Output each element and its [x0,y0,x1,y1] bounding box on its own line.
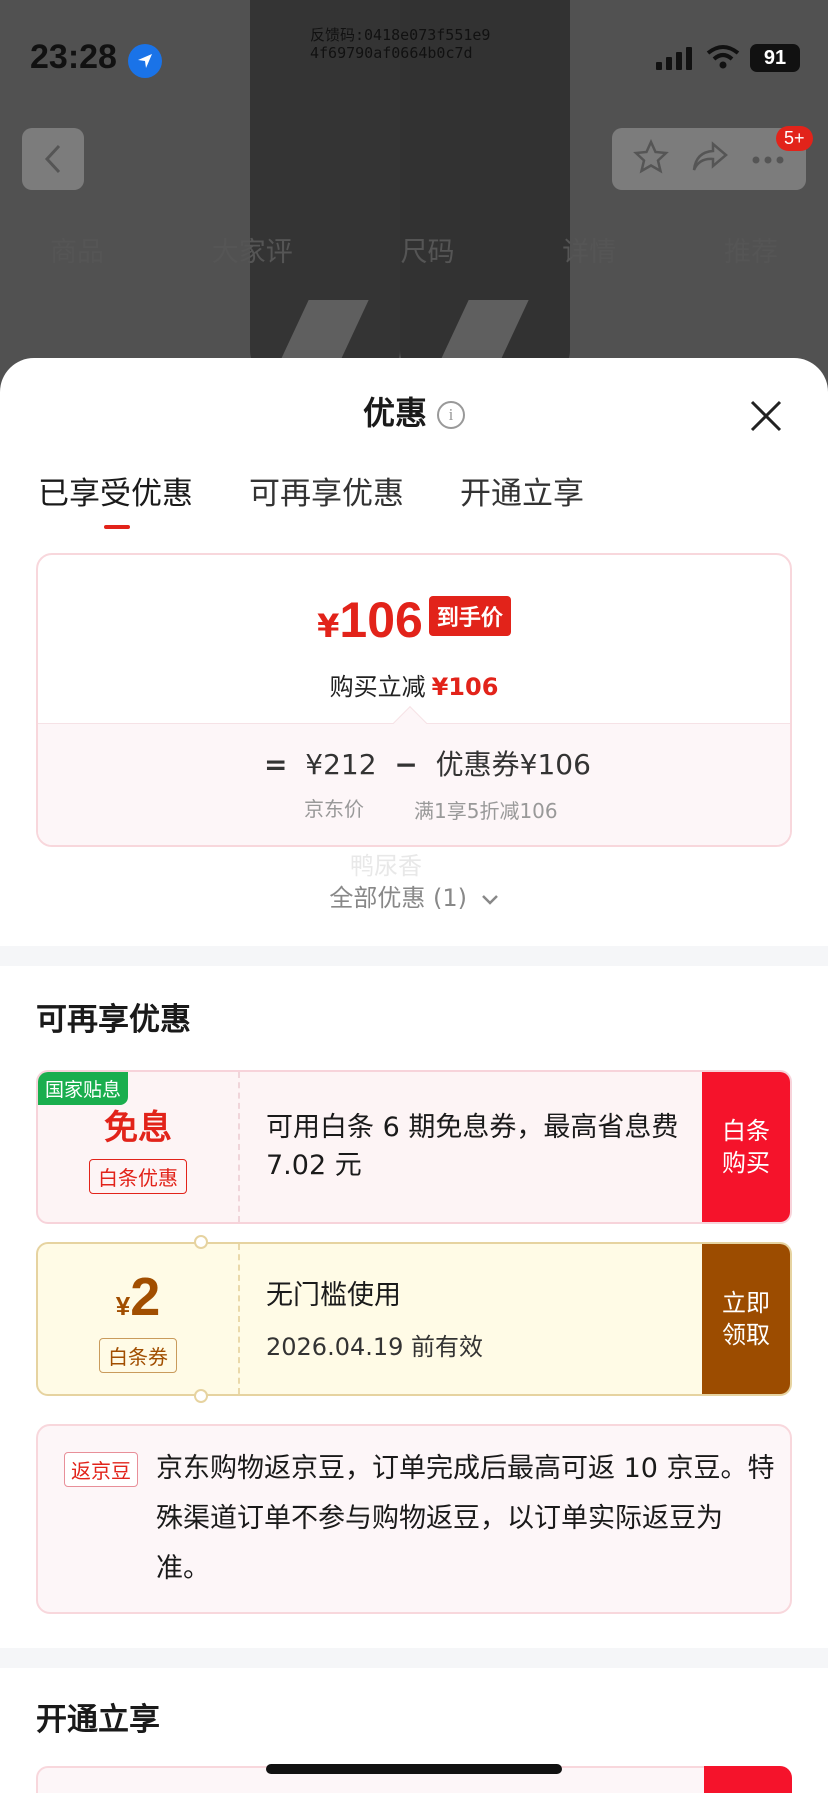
section-title-more: 可再享优惠 [36,1002,191,1038]
message-badge: 5+ [776,126,813,151]
coupon-description: 无门槛使用 [266,1279,401,1311]
wifi-icon [706,44,740,74]
price-card: ¥106 到手价 购买立减 ¥106 = ¥212 − 优惠券¥106 京东价 满1… [36,553,792,847]
tab-reviews[interactable]: 大家评 [212,230,293,269]
location-arrow-icon [128,44,162,78]
more-icon[interactable] [751,150,785,169]
offer-tabs: 已享受优惠 可再享优惠 开通立享 [38,468,584,529]
product-page-background [0,0,828,420]
tab-enjoyed-offers[interactable]: 已享受优惠 [38,468,193,529]
feedback-code: 反馈码:0418e073f551e9 4f69790af0664b0c7d [310,26,491,62]
all-offers-toggle[interactable]: 全部优惠 (1) [0,878,828,913]
star-icon[interactable] [633,138,669,179]
tab-size[interactable]: 尺码 [401,230,455,269]
tab-open-offers[interactable]: 开通立享 [460,468,584,529]
jd-bean-offer: 返京豆 京东购物返京豆，订单完成后最高可返 10 京豆。特殊渠道订单不参与购物返… [36,1424,792,1614]
final-price-tag: 到手价 [428,596,511,636]
home-indicator [266,1764,562,1774]
info-icon[interactable]: i [437,401,465,429]
final-price: ¥106 到手价 [38,591,790,649]
reduce-line: 购买立减 ¥106 [329,673,499,701]
coupon-validity: 2026.04.19 前有效 [266,1332,484,1361]
jd-bean-tag: 返京豆 [64,1452,138,1487]
close-button[interactable] [746,396,786,436]
back-button[interactable] [22,128,84,190]
tab-more-offers[interactable]: 可再享优惠 [249,468,404,529]
price-formula: = ¥212 − 优惠券¥106 [264,748,591,781]
coupon-caption: 满1享5折减106 [414,799,558,823]
section-title-open: 开通立享 [36,1702,160,1738]
claim-now-button[interactable]: 立即领取 [702,1244,790,1394]
chevron-down-icon [481,895,498,905]
offers-sheet: 优惠 i 已享受优惠 可再享优惠 开通立享 ¥106 到手价 购买立减 ¥106 = … [0,358,828,1793]
chevron-left-icon [44,144,61,174]
baitiao-buy-button[interactable]: 白条购买 [702,1072,790,1222]
jd-bean-text: 京东购物返京豆，订单完成后最高可返 10 京豆。特殊渠道订单不参与购物返豆，以订… [156,1453,775,1584]
close-icon [750,400,782,432]
watermark: 鸭尿香 [350,852,422,880]
jd-price-caption: 京东价 [304,797,364,821]
tab-details[interactable]: 详情 [562,230,616,269]
product-tabs: 商品 大家评 尺码 详情 推荐 [0,230,828,269]
tab-product[interactable]: 商品 [50,230,104,269]
coupon-description: 可用白条 6 期免息券，最高省息费 7.02 元 [266,1112,679,1181]
status-time: 23:28 [30,38,117,76]
share-icon[interactable] [691,140,729,178]
cellular-signal-icon [656,46,692,70]
interest-free-coupon: 国家贴息 免息 白条优惠 可用白条 6 期免息券，最高省息费 7.02 元 白条… [36,1070,792,1224]
baitiao-coupon: ¥2 白条券 无门槛使用 2026.04.19 前有效 立即领取 [36,1242,792,1396]
sheet-title: 优惠 i [0,388,828,434]
battery-indicator: 91 [750,44,800,72]
tab-recommend[interactable]: 推荐 [724,230,778,269]
